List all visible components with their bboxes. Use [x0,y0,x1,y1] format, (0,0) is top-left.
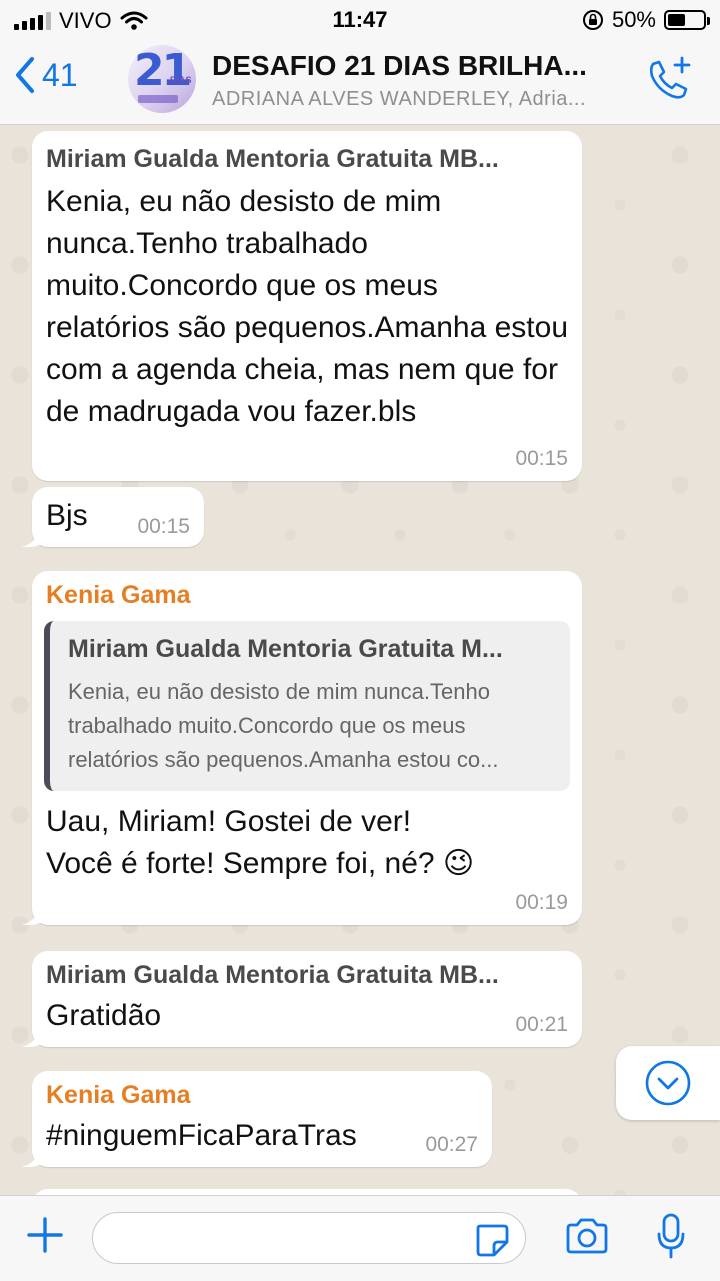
message-time: 00:19 [515,891,568,914]
chevron-down-icon [645,1060,691,1106]
avatar-subtext: DIAS [170,75,192,85]
orientation-lock-icon [582,10,603,30]
message-input[interactable] [92,1212,526,1264]
back-count: 41 [42,56,78,93]
message-time: 00:21 [515,1013,568,1036]
sticker-button[interactable] [474,1222,510,1263]
add-call-button[interactable] [644,56,692,109]
attach-button[interactable] [26,1216,64,1259]
message-text: Bjs [46,499,88,532]
message-bubble[interactable]: Kenia Gama #ninguemFicaParaTras 00:27 [32,1071,492,1167]
message-sender: Kenia Gama [46,581,191,609]
chat-participants[interactable]: ADRIANA ALVES WANDERLEY, Adria... [212,88,622,111]
message-time: 00:27 [425,1133,478,1156]
chat-area[interactable]: Miriam Gualda Mentoria Gratuita MB... Ke… [0,125,720,1195]
microphone-icon [657,1213,685,1259]
input-bar [0,1195,720,1281]
sticker-icon [476,1224,509,1257]
message-time: 00:15 [137,515,190,538]
back-button[interactable]: 41 [14,56,78,94]
message-bubble[interactable]: Miriam Gualda Mentoria Gratuita MB... Gr… [32,951,582,1047]
plus-icon [27,1217,63,1253]
message-sender: Miriam Gualda Mentoria Gratuita MB... [46,145,499,173]
scroll-down-button[interactable] [616,1046,720,1120]
message-text: #ninguemFicaParaTras [46,1119,357,1152]
battery-icon [664,10,710,30]
message-text: Você é forte! Sempre foi, né? 😉 [46,847,475,880]
group-avatar[interactable]: 21 DIAS [128,45,196,113]
message-sender: Kenia Gama [46,1081,191,1109]
message-time: 00:15 [515,447,568,470]
message-sender: Miriam Gualda Mentoria Gratuita MB... [46,961,499,989]
quoted-text: Kenia, eu não desisto de mim nunca.Tenho… [68,679,499,772]
add-call-icon [649,56,691,99]
quoted-message[interactable]: Miriam Gualda Mentoria Gratuita M... Ken… [44,621,570,791]
message-text: Kenia, eu não desisto de mim nunca.Tenho… [46,185,569,428]
camera-icon [566,1218,608,1254]
camera-button[interactable] [564,1216,610,1261]
chat-title[interactable]: DESAFIO 21 DIAS BRILHA... [212,50,622,82]
status-bar: VIVO 11:47 50% [0,0,720,40]
chevron-left-icon [16,57,34,93]
chat-header: 41 21 DIAS DESAFIO 21 DIAS BRILHA... ADR… [0,40,720,125]
message-bubble[interactable]: Bjs 00:15 [32,487,204,547]
avatar-number: 21 [134,45,192,96]
message-text: Gratidão [46,999,162,1032]
battery-percent: 50% [611,7,656,32]
quoted-sender: Miriam Gualda Mentoria Gratuita M... [68,635,503,663]
microphone-button[interactable] [656,1212,686,1265]
message-bubble[interactable]: Kenia Gama Miriam Gualda Mentoria Gratui… [32,571,582,925]
message-bubble[interactable]: Miriam Gualda Mentoria Gratuita MB... Ke… [32,131,582,481]
message-text: Uau, Miriam! Gostei de ver! [46,805,412,838]
